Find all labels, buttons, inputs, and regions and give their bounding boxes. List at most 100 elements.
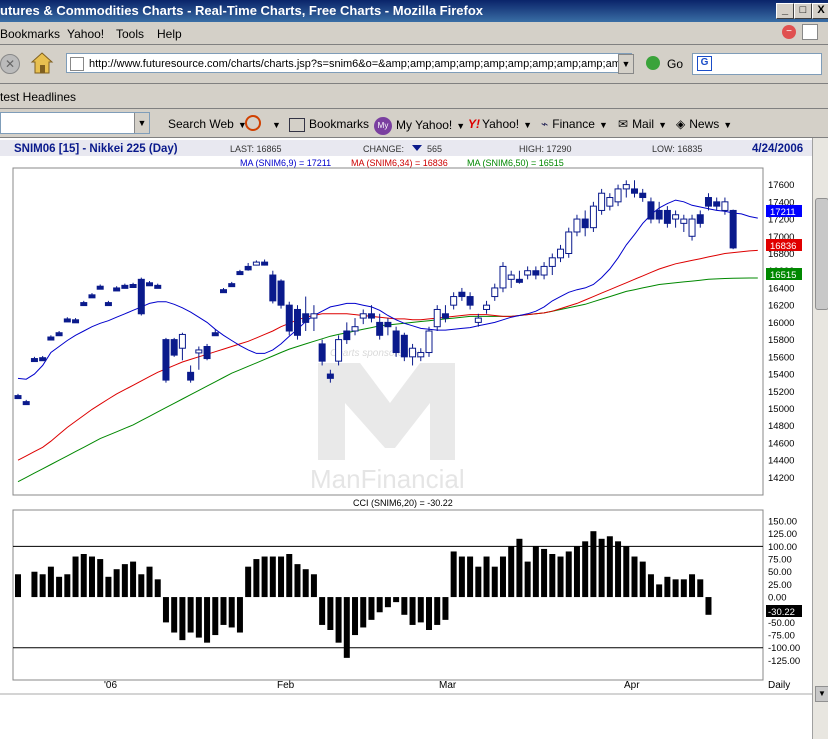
chart-date: 4/24/2006 <box>752 143 803 155</box>
candle <box>631 180 638 198</box>
candle <box>614 184 622 207</box>
candle-body <box>704 197 712 207</box>
price-tick-14800: 14800 <box>768 421 794 432</box>
search-input[interactable]: G <box>692 53 822 75</box>
news-icon: ◈ <box>676 117 686 131</box>
cci-tick-150: 150.00 <box>768 517 797 528</box>
cci-bar <box>220 597 227 625</box>
candle <box>425 326 433 357</box>
candle-body <box>548 257 556 267</box>
stop-icon[interactable]: − <box>782 25 796 39</box>
candle <box>162 337 170 383</box>
bookmarks-button[interactable]: Bookmarks▼ <box>289 117 382 132</box>
cci-bar <box>598 538 605 598</box>
cci-tick--100: -100.00 <box>768 643 800 654</box>
candle-body <box>55 332 63 337</box>
go-icon[interactable] <box>646 56 660 70</box>
menu-yahoo[interactable]: Yahoo! <box>67 27 104 41</box>
candle <box>540 262 548 280</box>
cci-bar <box>212 597 219 636</box>
cci-bar <box>368 597 375 620</box>
home-icon[interactable] <box>30 51 54 75</box>
yahoo-search-input[interactable]: ▼ <box>0 112 150 134</box>
cci-bar <box>162 597 169 623</box>
candle-body <box>598 192 606 211</box>
candle-body <box>211 332 219 337</box>
headlines-link[interactable]: test Headlines <box>0 90 76 104</box>
brand-text: ManFinancial <box>310 464 465 494</box>
scrollbar-thumb[interactable] <box>815 198 828 310</box>
cci-bar <box>286 554 293 598</box>
candle-body <box>433 308 441 328</box>
candle <box>433 305 441 331</box>
candle <box>80 300 88 307</box>
xlabel-apr: Apr <box>624 680 640 691</box>
candle <box>310 305 318 331</box>
cci-bar <box>590 531 597 598</box>
candle-body <box>351 326 359 332</box>
cci-bar <box>204 597 211 643</box>
my-yahoo-button[interactable]: My My Yahoo! ▼ <box>374 117 465 135</box>
candle-body <box>80 302 88 307</box>
candle-body <box>146 282 154 287</box>
price-tick-16400: 16400 <box>768 283 794 294</box>
candle-body <box>72 319 80 324</box>
vertical-scrollbar[interactable]: ▼ <box>812 138 828 739</box>
yahoo-button[interactable]: Y! Yahoo! ▼ <box>468 117 532 131</box>
search-web-button[interactable]: Search Web ▼ <box>168 117 247 131</box>
cci-bar <box>401 597 408 615</box>
news-button[interactable]: ◈ News ▼ <box>676 117 732 131</box>
url-input[interactable]: http://www.futuresource.com/charts/chart… <box>66 53 632 73</box>
candle <box>696 210 704 228</box>
menu-tools[interactable]: Tools <box>116 27 144 41</box>
close-button[interactable]: X <box>812 3 828 19</box>
scroll-down-icon[interactable]: ▼ <box>815 686 828 702</box>
yahoo-toolbar: ▼ Search Web▼ ▼ Bookmarks▼ MyMy Yahoo!▼ … <box>0 109 828 138</box>
maximize-button[interactable]: □ <box>794 3 812 19</box>
price-tick-15000: 15000 <box>768 404 794 415</box>
cci-bar <box>31 571 38 598</box>
ma-fast-badge: 17211 <box>770 207 796 218</box>
candle-body <box>220 289 227 294</box>
candle-body <box>696 214 704 224</box>
candle-body <box>573 218 581 233</box>
candle-body <box>606 197 614 207</box>
candle-body <box>565 231 573 254</box>
cci-bar <box>335 597 342 643</box>
candle-body <box>622 184 630 190</box>
menu-help[interactable]: Help <box>157 27 182 41</box>
candle-body <box>491 287 499 298</box>
cci-bar <box>236 597 243 633</box>
yahoo-search-dropdown-icon[interactable]: ▼ <box>134 113 149 133</box>
window-title-bar: utures & Commodities Charts - Real-Time … <box>0 0 828 22</box>
candle-body <box>663 209 671 224</box>
price-tick-17600: 17600 <box>768 180 794 191</box>
candle-body <box>236 271 244 276</box>
candle <box>302 296 310 331</box>
mail-button[interactable]: ✉ Mail ▼ <box>618 117 667 131</box>
cci-bar <box>524 561 531 598</box>
minimize-button[interactable]: _ <box>776 3 794 19</box>
url-dropdown-icon[interactable]: ▼ <box>618 54 634 74</box>
candle-body <box>203 346 211 360</box>
candle-body <box>392 330 400 354</box>
candle-body <box>458 291 466 298</box>
price-tick-14400: 14400 <box>768 456 794 467</box>
go-button[interactable]: Go <box>667 57 683 71</box>
cci-bar <box>130 561 137 598</box>
crosshair-dropdown-icon[interactable]: ▼ <box>268 117 281 131</box>
menu-bookmarks[interactable]: Bookmarks <box>0 27 60 41</box>
candle <box>384 318 392 336</box>
candle-body <box>162 339 170 381</box>
candle <box>195 346 203 370</box>
candles <box>14 180 737 406</box>
cci-bar <box>343 597 350 658</box>
candle-body <box>154 284 162 289</box>
candle-body <box>178 333 186 349</box>
candle-body <box>721 201 729 211</box>
stop-load-icon[interactable]: ✕ <box>0 54 20 74</box>
candle <box>499 262 507 293</box>
cci-bar <box>97 559 104 598</box>
finance-button[interactable]: ⌁ Finance ▼ <box>541 117 608 131</box>
crosshair-icon[interactable] <box>245 115 261 131</box>
